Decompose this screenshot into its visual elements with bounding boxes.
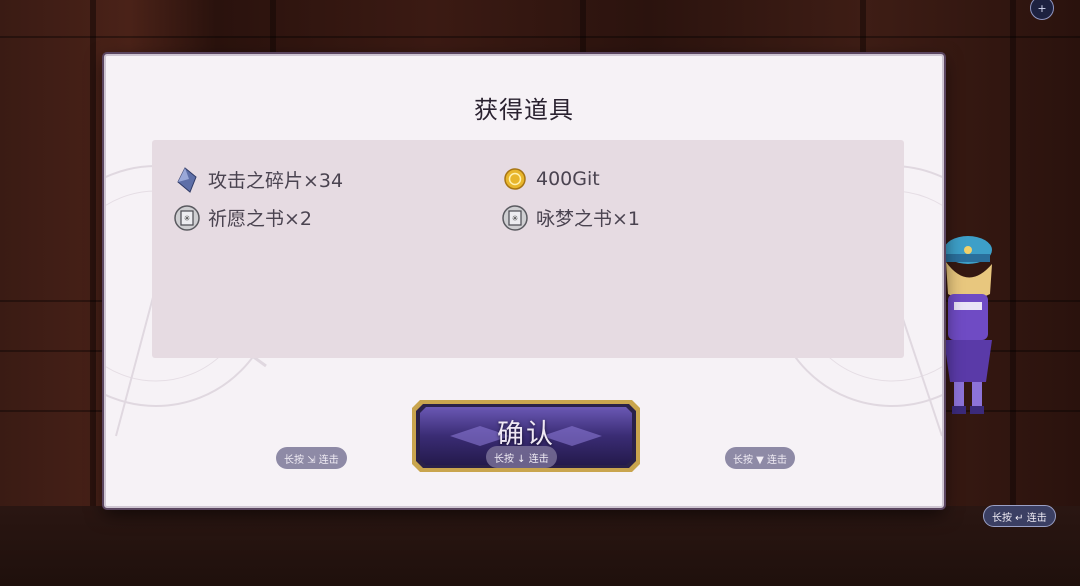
- wood-plank: [0, 36, 1080, 38]
- wood-post: [1010, 0, 1016, 586]
- reward-item-label: 祈愿之书×2: [208, 208, 313, 230]
- gold-coin-icon: [502, 166, 528, 192]
- hold-hint-right: 长按 ▼ 连击: [725, 447, 796, 469]
- svg-text:✳: ✳: [512, 214, 519, 223]
- reward-item: ✳ 咏梦之书×1: [502, 204, 640, 231]
- character-sprite: [944, 236, 992, 414]
- reward-item: 攻击之碎片×34: [174, 166, 343, 193]
- svg-text:✳: ✳: [184, 214, 191, 223]
- wood-post: [90, 0, 96, 586]
- confirm-hold-hint: 长按 ↓ 连击: [486, 446, 557, 468]
- reward-item-label: 400Git: [536, 168, 600, 190]
- items-panel: 攻击之碎片×34 400Git ✳ 祈愿之书×2 ✳ 咏梦之书×1: [152, 140, 904, 358]
- reward-item-label: 攻击之碎片×34: [208, 170, 344, 192]
- book-icon: ✳: [502, 204, 528, 231]
- floor: [0, 506, 1080, 586]
- reward-item: ✳ 祈愿之书×2: [174, 204, 312, 231]
- book-icon: ✳: [174, 204, 200, 231]
- crystal-shard-icon: [174, 166, 200, 193]
- reward-item-label: 咏梦之书×1: [536, 208, 641, 230]
- item-reward-dialog: 获得道具 攻击之碎片×34 400Git ✳ 祈愿之书×2 ✳ 咏梦之书×1 确…: [104, 54, 944, 508]
- hold-hint-left: 长按 ⇲ 连击: [276, 447, 347, 469]
- reward-item: 400Git: [502, 166, 600, 192]
- dialog-title: 获得道具: [474, 96, 574, 124]
- confirm-button[interactable]: 确认 长按 ↓ 连击: [410, 398, 642, 474]
- hold-hint-outer: 长按 ↵ 连击: [983, 505, 1056, 527]
